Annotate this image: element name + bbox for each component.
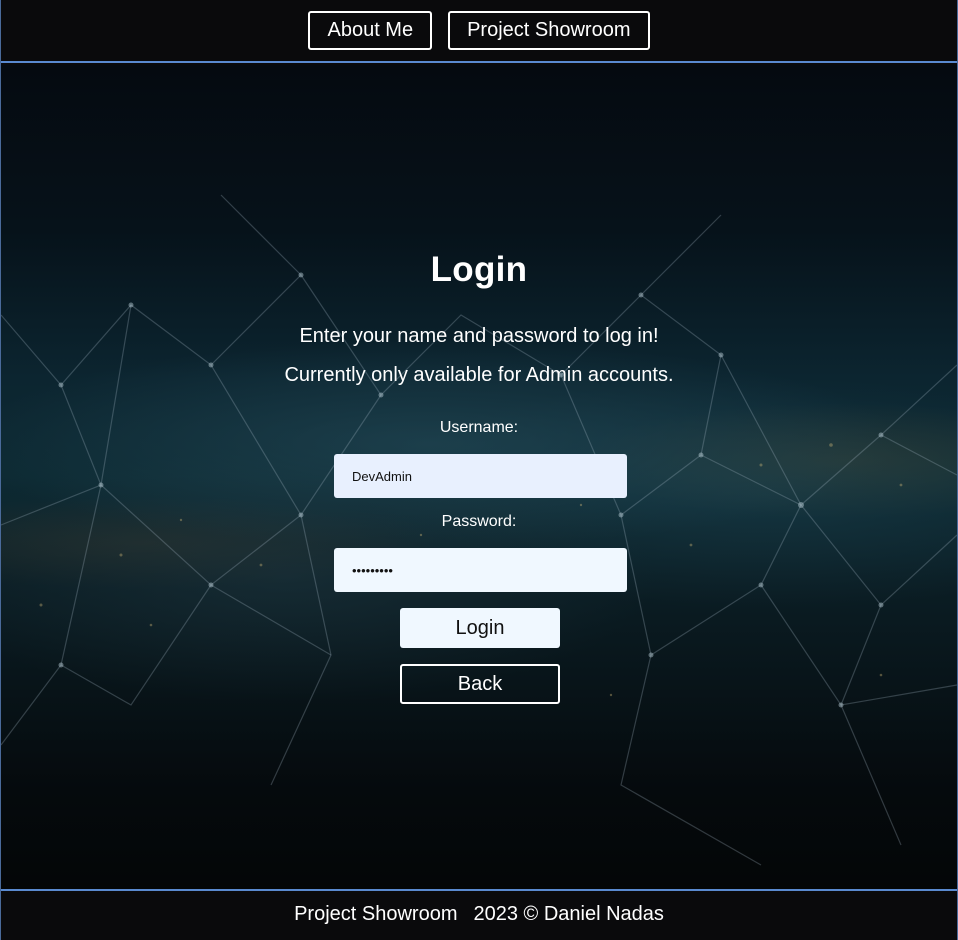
back-button[interactable]: Back bbox=[400, 664, 560, 704]
login-button[interactable]: Login bbox=[400, 608, 560, 648]
nav-project-showroom-button[interactable]: Project Showroom bbox=[448, 11, 650, 50]
username-input[interactable] bbox=[334, 454, 627, 498]
top-nav: About Me Project Showroom bbox=[1, 0, 957, 63]
username-label: Username: bbox=[439, 419, 519, 436]
footer-copyright: 2023 © Daniel Nadas bbox=[473, 903, 664, 925]
nav-about-me-button[interactable]: About Me bbox=[308, 11, 433, 50]
password-label: Password: bbox=[441, 513, 517, 530]
login-title: Login bbox=[430, 250, 528, 289]
login-admin-notice: Currently only available for Admin accou… bbox=[284, 364, 674, 386]
page: About Me Project Showroom Login Enter yo… bbox=[0, 0, 958, 940]
password-input[interactable] bbox=[334, 548, 627, 592]
footer-brand: Project Showroom bbox=[294, 903, 458, 925]
login-intro-text: Enter your name and password to log in! bbox=[299, 325, 659, 347]
footer: Project Showroom 2023 © Daniel Nadas bbox=[1, 889, 957, 940]
login-section: Login Enter your name and password to lo… bbox=[1, 65, 957, 889]
